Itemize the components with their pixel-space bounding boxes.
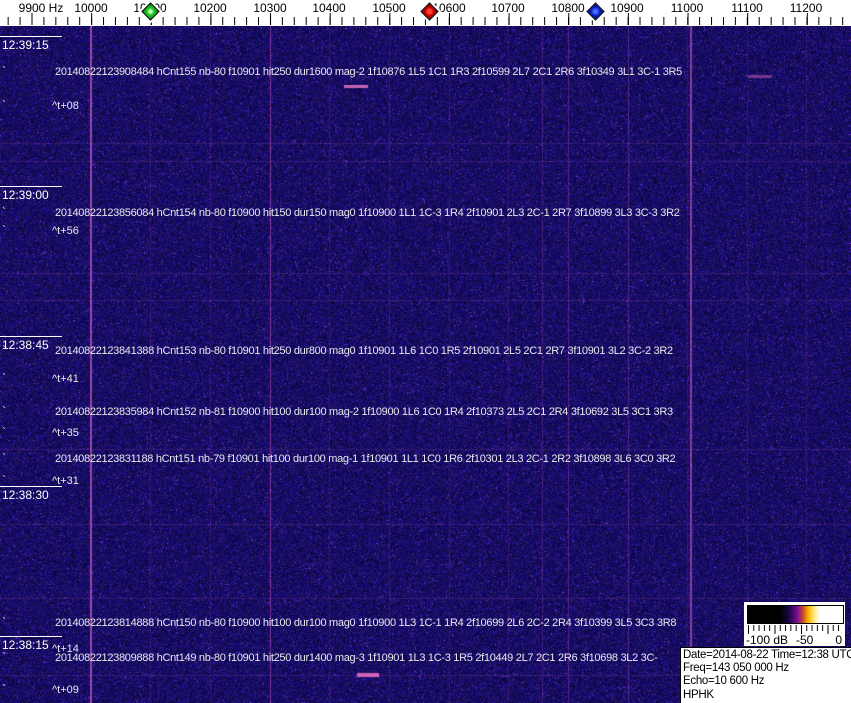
db-scale-minor-ticks <box>748 625 843 631</box>
frequency-ruler[interactable]: 9900 Hz 10000 10100 10200 10300 10400 10… <box>0 0 851 26</box>
info-date-time: Date=2014-08-22 Time=12:38 UTC <box>683 649 851 662</box>
info-station-id: HPHK <box>683 689 851 702</box>
db-scale-label: -100 dB <box>746 633 788 647</box>
db-color-scale: -100 dB -50 0 <box>744 602 845 646</box>
ruler-minor-ticks <box>0 17 851 25</box>
db-gradient-bar <box>747 605 844 624</box>
info-echo: Echo=10 600 Hz <box>683 675 851 688</box>
status-info-box: Date=2014-08-22 Time=12:38 UTC Freq=143 … <box>680 647 851 703</box>
spectrogram-waterfall-canvas[interactable] <box>0 26 851 703</box>
db-scale-label: -50 <box>796 633 813 647</box>
meteor-echo-spectrogram-app: 9900 Hz 10000 10100 10200 10300 10400 10… <box>0 0 851 703</box>
db-scale-label: 0 <box>835 633 842 647</box>
info-frequency: Freq=143 050 000 Hz <box>683 662 851 675</box>
